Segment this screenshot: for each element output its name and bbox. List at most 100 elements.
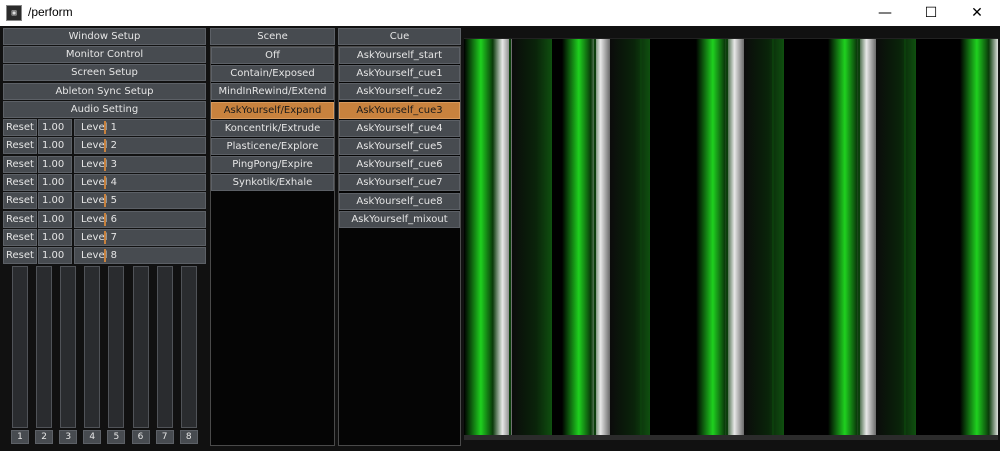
level-slider[interactable]: Level 1 bbox=[74, 119, 206, 136]
window-title: /perform bbox=[28, 5, 73, 19]
cue-item[interactable]: AskYourself_cue6 bbox=[339, 156, 460, 174]
scene-item[interactable]: Koncentrik/Extrude bbox=[211, 119, 334, 137]
fader-track[interactable] bbox=[12, 266, 28, 428]
gain-value-field[interactable]: 1.00 bbox=[38, 192, 72, 210]
preview-stripe-dim bbox=[512, 39, 552, 436]
gain-value-field[interactable]: 1.00 bbox=[38, 119, 72, 136]
reset-button[interactable]: Reset bbox=[3, 137, 37, 155]
level-slider-handle[interactable] bbox=[104, 157, 106, 171]
fader-track[interactable] bbox=[108, 266, 125, 428]
setup-menu-button-2[interactable]: Monitor Control bbox=[3, 46, 206, 64]
fader-track[interactable] bbox=[132, 266, 149, 428]
level-slider[interactable]: Level 7 bbox=[74, 228, 206, 246]
fader-track[interactable] bbox=[36, 266, 53, 428]
level-label: Level 4 bbox=[81, 176, 117, 188]
scene-item[interactable]: PingPong/Expire bbox=[211, 156, 334, 174]
reset-button[interactable]: Reset bbox=[3, 228, 37, 246]
fader-number-label: 2 bbox=[35, 430, 54, 444]
level-slider-handle[interactable] bbox=[104, 249, 106, 263]
cue-item[interactable]: AskYourself_start bbox=[339, 47, 460, 64]
fader-number-label: 4 bbox=[83, 430, 102, 444]
gain-value-field[interactable]: 1.00 bbox=[38, 210, 72, 228]
gain-value-field[interactable]: 1.00 bbox=[38, 137, 72, 155]
setup-menu-button-3[interactable]: Screen Setup bbox=[3, 64, 206, 82]
level-label: Level 6 bbox=[81, 213, 117, 225]
level-label: Level 7 bbox=[81, 231, 117, 243]
level-slider-handle[interactable] bbox=[104, 139, 106, 153]
fader-number-label: 6 bbox=[131, 430, 150, 444]
setup-menu-button-4[interactable]: Ableton Sync Setup bbox=[3, 82, 206, 100]
preview-separator-line bbox=[726, 39, 728, 436]
level-label: Level 3 bbox=[81, 158, 117, 170]
preview-bottom-bar bbox=[464, 435, 998, 440]
maximize-button[interactable]: ☐ bbox=[908, 0, 954, 26]
cue-item[interactable]: AskYourself_cue2 bbox=[339, 83, 460, 101]
gain-value-field[interactable]: 1.00 bbox=[38, 155, 72, 173]
preview-stripe-dim bbox=[744, 39, 784, 436]
scene-item[interactable]: Synkotik/Exhale bbox=[211, 174, 334, 192]
level-slider[interactable]: Level 6 bbox=[74, 210, 206, 228]
fader-track[interactable] bbox=[84, 266, 101, 428]
fader-number-label: 7 bbox=[155, 430, 174, 444]
gain-value-field[interactable]: 1.00 bbox=[38, 247, 72, 265]
level-slider-handle[interactable] bbox=[104, 194, 106, 208]
preview-stripe-dim bbox=[876, 39, 916, 436]
level-slider[interactable]: Level 5 bbox=[74, 192, 206, 210]
preview-stripe-bright bbox=[828, 39, 876, 436]
gain-value-field[interactable]: 1.00 bbox=[38, 173, 72, 191]
preview-stripe-bright bbox=[562, 39, 610, 436]
close-button[interactable]: ✕ bbox=[954, 0, 1000, 26]
reset-button[interactable]: Reset bbox=[3, 210, 37, 228]
level-slider-handle[interactable] bbox=[104, 212, 106, 226]
level-slider[interactable]: Level 3 bbox=[74, 155, 206, 173]
scene-item[interactable]: AskYourself/Expand bbox=[211, 101, 334, 119]
level-label: Level 8 bbox=[81, 250, 117, 262]
reset-button[interactable]: Reset bbox=[3, 192, 37, 210]
setup-menu-button-1[interactable]: Window Setup bbox=[3, 28, 206, 45]
scene-item[interactable]: MindInRewind/Extend bbox=[211, 83, 334, 101]
setup-menu-button-5[interactable]: Audio Setting bbox=[3, 100, 206, 118]
close-icon: ✕ bbox=[971, 5, 983, 21]
fader-track[interactable] bbox=[156, 266, 173, 428]
minimize-icon: — bbox=[878, 5, 892, 21]
cue-item[interactable]: AskYourself_cue3 bbox=[339, 101, 460, 119]
preview-stripe-dim bbox=[610, 39, 650, 436]
preview-separator-line bbox=[858, 39, 860, 436]
preview-separator-line bbox=[640, 39, 642, 436]
cue-item[interactable]: AskYourself_cue5 bbox=[339, 138, 460, 155]
level-slider[interactable]: Level 8 bbox=[74, 247, 206, 265]
reset-button[interactable]: Reset bbox=[3, 119, 37, 136]
maximize-icon: ☐ bbox=[924, 5, 938, 21]
level-slider-handle[interactable] bbox=[104, 230, 106, 244]
level-slider[interactable]: Level 4 bbox=[74, 173, 206, 191]
fader-track[interactable] bbox=[60, 266, 77, 428]
cue-item[interactable]: AskYourself_cue7 bbox=[339, 174, 460, 192]
level-label: Level 2 bbox=[81, 140, 117, 152]
level-slider-handle[interactable] bbox=[104, 121, 106, 134]
preview-separator-line bbox=[904, 39, 906, 436]
cue-item[interactable]: AskYourself_cue4 bbox=[339, 119, 460, 137]
scene-item[interactable]: Contain/Exposed bbox=[211, 65, 334, 83]
fader-number-label: 3 bbox=[59, 430, 78, 444]
reset-button[interactable]: Reset bbox=[3, 247, 37, 265]
cue-item[interactable]: AskYourself_cue1 bbox=[339, 65, 460, 83]
level-slider[interactable]: Level 2 bbox=[74, 137, 206, 155]
fader-number-label: 8 bbox=[179, 430, 198, 444]
scene-item[interactable]: Plasticene/Explore bbox=[211, 138, 334, 155]
preview-separator-line bbox=[772, 39, 774, 436]
scene-item[interactable]: Off bbox=[211, 47, 334, 64]
cue-header: Cue bbox=[338, 28, 461, 45]
minimize-button[interactable]: — bbox=[862, 0, 908, 26]
cue-item[interactable]: AskYourself_cue8 bbox=[339, 192, 460, 210]
preview-stripe-bright bbox=[960, 39, 998, 436]
perform-window-client: Window Setup Monitor Control Screen Setup A… bbox=[0, 26, 1000, 451]
reset-button[interactable]: Reset bbox=[3, 155, 37, 173]
reset-button[interactable]: Reset bbox=[3, 173, 37, 191]
fader-number-label: 5 bbox=[107, 430, 126, 444]
preview-stripe-bright bbox=[696, 39, 744, 436]
gain-value-field[interactable]: 1.00 bbox=[38, 228, 72, 246]
fader-track[interactable] bbox=[180, 266, 197, 428]
level-slider-handle[interactable] bbox=[104, 175, 106, 189]
cue-item[interactable]: AskYourself_mixout bbox=[339, 210, 460, 228]
scene-header: Scene bbox=[210, 28, 335, 45]
